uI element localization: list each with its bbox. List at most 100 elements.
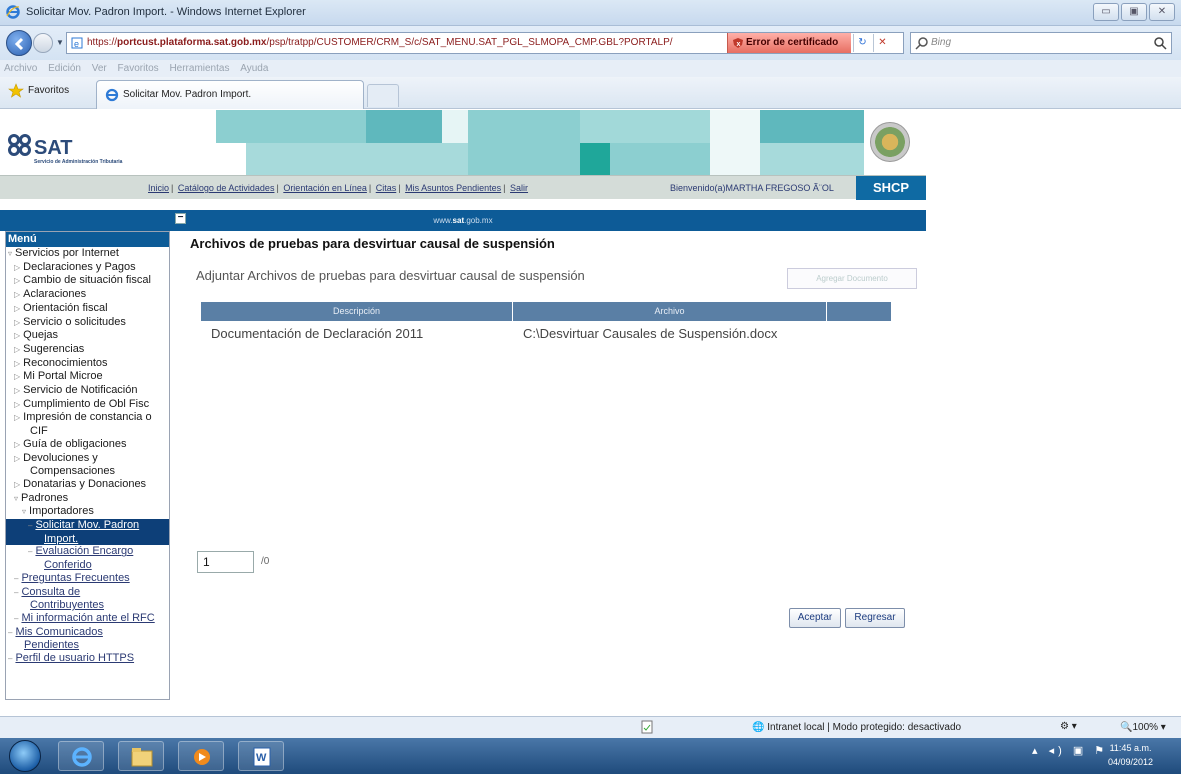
search-field[interactable]: Bing [910, 32, 1172, 54]
menu-item-label[interactable]: Pendientes [24, 639, 79, 651]
menu-item-label[interactable]: Perfil de usuario HTTPS [15, 652, 134, 664]
refresh-button[interactable]: ↻ [853, 34, 871, 52]
menu-item[interactable]: ▷ Cambio de situación fiscal [6, 274, 169, 288]
menu-item[interactable]: – Preguntas Frecuentes [6, 572, 169, 586]
history-dropdown-icon[interactable]: ▼ [56, 38, 64, 47]
menu-item[interactable]: CIF [6, 425, 169, 438]
menu-item[interactable]: ▷ Orientación fiscal [6, 302, 169, 316]
forward-button[interactable] [33, 33, 53, 53]
menu-item[interactable]: ▷ Donatarias y Donaciones [6, 478, 169, 492]
link-inicio[interactable]: Inicio [148, 183, 169, 193]
favorites-label: Favoritos [28, 85, 70, 96]
link-asuntos-pendientes[interactable]: Mis Asuntos Pendientes [405, 183, 501, 193]
collapse-menu-button[interactable]: − [175, 213, 186, 224]
menu-ver[interactable]: Ver [88, 60, 111, 74]
menu-item[interactable]: – Mi información ante el RFC [6, 612, 169, 626]
menu-item-label[interactable]: Consulta de [21, 586, 80, 598]
banner-block [760, 143, 864, 175]
menu-item[interactable]: – Solicitar Mov. Padron [6, 519, 169, 533]
menu-item[interactable]: ▷ Quejas [6, 329, 169, 343]
menu-item[interactable]: Compensaciones [6, 465, 169, 478]
start-button[interactable] [9, 740, 41, 772]
link-salir[interactable]: Salir [510, 183, 528, 193]
menu-item[interactable]: ▷ Cumplimiento de Obl Fisc [6, 398, 169, 412]
menu-item[interactable]: ▷ Mi Portal Microe [6, 370, 169, 384]
globe-icon: 🌐 [752, 722, 765, 733]
expand-arrow-icon: ▷ [14, 439, 21, 449]
minimize-button[interactable]: ▭ [1093, 3, 1119, 21]
browser-tab[interactable]: Solicitar Mov. Padron Import. [96, 80, 364, 109]
stop-button[interactable]: ✕ [873, 34, 891, 52]
maximize-button[interactable]: ▣ [1121, 3, 1147, 21]
menu-item-label[interactable]: Preguntas Frecuentes [21, 572, 129, 584]
menu-edicion[interactable]: Edición [44, 60, 85, 74]
menu-herramientas[interactable]: Herramientas [165, 60, 233, 74]
clock[interactable]: 11:45 a.m. 04/09/2012 [1108, 741, 1153, 769]
taskbar-media-icon[interactable] [178, 741, 224, 771]
close-button[interactable]: ✕ [1149, 3, 1175, 21]
banner-block [760, 110, 864, 143]
menu-archivo[interactable]: Archivo [0, 60, 41, 74]
menu-item[interactable]: Contribuyentes [6, 599, 169, 612]
taskbar-word-icon[interactable]: W [238, 741, 284, 771]
banner-block [442, 110, 468, 143]
menu-item[interactable]: Import. [6, 532, 169, 546]
menu-item[interactable]: ▿ Importadores [6, 505, 169, 519]
link-catalogo[interactable]: Catálogo de Actividades [178, 183, 275, 193]
menu-ayuda[interactable]: Ayuda [236, 60, 272, 74]
certificate-error-button[interactable]: x Error de certificado [727, 33, 851, 53]
menu-item-label[interactable]: Contribuyentes [30, 599, 104, 611]
system-tray-icons[interactable]: ▴ ◂) ▣ ⚑ [1032, 744, 1108, 757]
taskbar-explorer-icon[interactable] [118, 741, 164, 771]
menu-favoritos[interactable]: Favoritos [114, 60, 163, 74]
menu-item-label: Reconocimientos [23, 356, 108, 369]
protected-mode-icon[interactable]: ⚙ ▾ [1060, 721, 1077, 732]
menu-item-label[interactable]: Mis Comunicados [15, 626, 102, 638]
menu-item[interactable]: – Evaluación Encargo [6, 545, 169, 559]
menu-item[interactable]: Pendientes [6, 639, 169, 652]
menu-item-label[interactable]: Conferido [44, 559, 92, 571]
menu-item[interactable]: – Consulta de [6, 586, 169, 600]
menu-item[interactable]: ▷ Declaraciones y Pagos [6, 261, 169, 275]
menu-item[interactable]: – Mis Comunicados [6, 626, 169, 640]
menu-item-label: Servicio de Notificación [23, 384, 138, 397]
menu-item-label[interactable]: Mi información ante el RFC [21, 612, 154, 624]
menu-item[interactable]: ▷ Aclaraciones [6, 288, 169, 302]
expand-arrow-icon: ▷ [14, 413, 21, 423]
search-go-icon[interactable] [1153, 36, 1167, 50]
page-number-input[interactable] [197, 551, 254, 573]
menu-item-label: Devoluciones y [23, 451, 98, 464]
menu-item[interactable]: ▷ Impresión de constancia o [6, 411, 169, 425]
address-url: https://portcust.plataforma.sat.gob.mx/p… [87, 37, 719, 48]
menu-item[interactable]: ▿ Servicios por Internet [6, 247, 169, 261]
link-orientacion[interactable]: Orientación en Línea [283, 183, 367, 193]
menu-item-label[interactable]: Import. [44, 533, 78, 545]
menu-item[interactable]: ▿ Padrones [6, 492, 169, 506]
add-document-button[interactable]: Agregar Documento [787, 268, 917, 289]
favorites-button[interactable]: Favoritos [8, 83, 70, 98]
menu-item-label[interactable]: Evaluación Encargo [35, 545, 133, 557]
favorites-star-icon [8, 83, 24, 98]
zoom-label: 100% [1132, 722, 1159, 733]
menu-item[interactable]: ▷ Guía de obligaciones [6, 438, 169, 452]
menu-item-label[interactable]: Solicitar Mov. Padron [35, 519, 139, 531]
bullet-dash-icon: – [28, 547, 33, 557]
zoom-level[interactable]: 🔍100% ▾ [1120, 722, 1166, 733]
back-button[interactable] [6, 30, 32, 56]
menu-item[interactable]: ▷ Servicio de Notificación [6, 384, 169, 398]
menu-item[interactable]: ▷ Sugerencias [6, 343, 169, 357]
address-field[interactable]: e https://portcust.plataforma.sat.gob.mx… [66, 32, 904, 54]
link-citas[interactable]: Citas [376, 183, 397, 193]
new-tab-button[interactable] [367, 84, 399, 107]
site-url-bold: sat [452, 216, 465, 225]
menu-item[interactable]: ▷ Devoluciones y [6, 452, 169, 466]
menu-item-label: CIF [30, 425, 48, 438]
accept-button[interactable]: Aceptar [789, 608, 841, 628]
taskbar-ie-icon[interactable] [58, 741, 104, 771]
menu-item[interactable]: – Perfil de usuario HTTPS [6, 652, 169, 666]
menu-item[interactable]: Conferido [6, 559, 169, 572]
menu-item[interactable]: ▷ Reconocimientos [6, 357, 169, 371]
menu-item[interactable]: ▷ Servicio o solicitudes [6, 316, 169, 330]
sat-logo-text: SAT [34, 137, 73, 159]
back-button-page[interactable]: Regresar [845, 608, 905, 628]
